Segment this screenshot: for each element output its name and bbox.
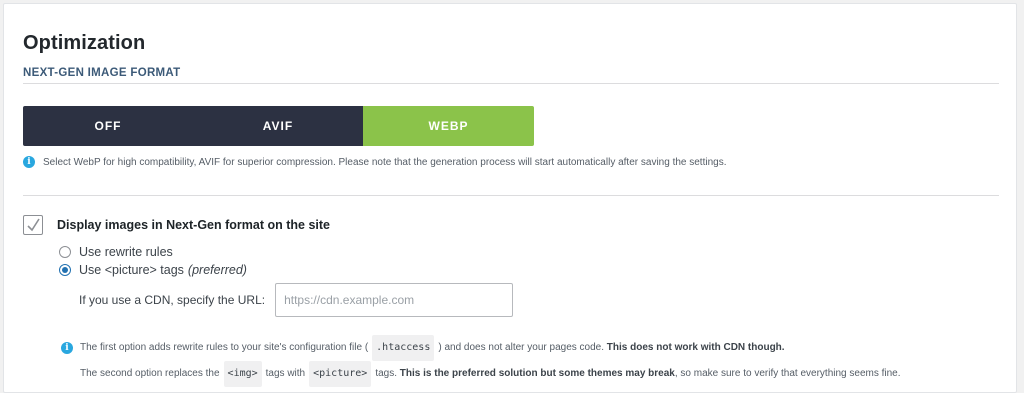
format-info-label: Select WebP for high compatibility, AVIF… — [43, 156, 727, 168]
note-text: ) and does not alter your pages code. — [438, 342, 605, 353]
note-bold: This does not work with CDN though. — [606, 342, 785, 353]
preferred-hint: (preferred) — [187, 263, 247, 277]
checkmark-icon — [27, 218, 40, 232]
radio-button-selected[interactable] — [59, 264, 71, 276]
section-title: Optimization — [23, 32, 146, 54]
divider — [23, 83, 999, 84]
note-text: , so make sure to verify that everything… — [674, 368, 901, 379]
display-nextgen-checkbox[interactable] — [23, 215, 43, 235]
info-icon: i — [61, 342, 73, 354]
settings-card: Optimization NEXT-GEN IMAGE FORMAT OFF A… — [3, 3, 1017, 393]
cdn-url-label: If you use a CDN, specify the URL: — [79, 293, 266, 307]
note-text: The second option replaces the — [80, 368, 220, 379]
options-note: i The first option adds rewrite rules to… — [61, 335, 901, 387]
note-text: tags. — [375, 368, 397, 379]
format-off-button[interactable]: OFF — [23, 106, 193, 146]
format-toggle-group: OFF AVIF WEBP — [23, 106, 534, 146]
note-text: tags with — [265, 368, 306, 379]
divider — [23, 195, 999, 196]
note-line-2: The second option replaces the <img> tag… — [61, 361, 901, 387]
note-bold: This is the preferred solution but some … — [399, 368, 675, 379]
format-webp-button[interactable]: WEBP — [363, 106, 534, 146]
radio-button[interactable] — [59, 246, 71, 258]
display-nextgen-row: Display images in Next-Gen format on the… — [23, 215, 330, 235]
cdn-url-row: If you use a CDN, specify the URL: — [79, 283, 514, 317]
display-nextgen-label: Display images in Next-Gen format on the… — [57, 218, 330, 232]
radio-picture-tags[interactable]: Use <picture> tags (preferred) — [59, 263, 247, 277]
note-text: The first option adds rewrite rules to y… — [80, 342, 369, 353]
format-info-text: i Select WebP for high compatibility, AV… — [23, 156, 727, 168]
picture-code: <picture> — [309, 361, 372, 387]
radio-rewrite-rules[interactable]: Use rewrite rules — [59, 245, 173, 259]
info-icon: i — [23, 156, 35, 168]
htaccess-code: .htaccess — [372, 335, 435, 361]
cdn-url-input[interactable] — [275, 283, 514, 317]
radio-label: Use <picture> tags — [79, 263, 184, 277]
img-code: <img> — [223, 361, 262, 387]
radio-label: Use rewrite rules — [79, 245, 173, 259]
note-line-1: i The first option adds rewrite rules to… — [61, 335, 901, 361]
format-avif-button[interactable]: AVIF — [193, 106, 363, 146]
section-subtitle: NEXT-GEN IMAGE FORMAT — [23, 67, 181, 79]
